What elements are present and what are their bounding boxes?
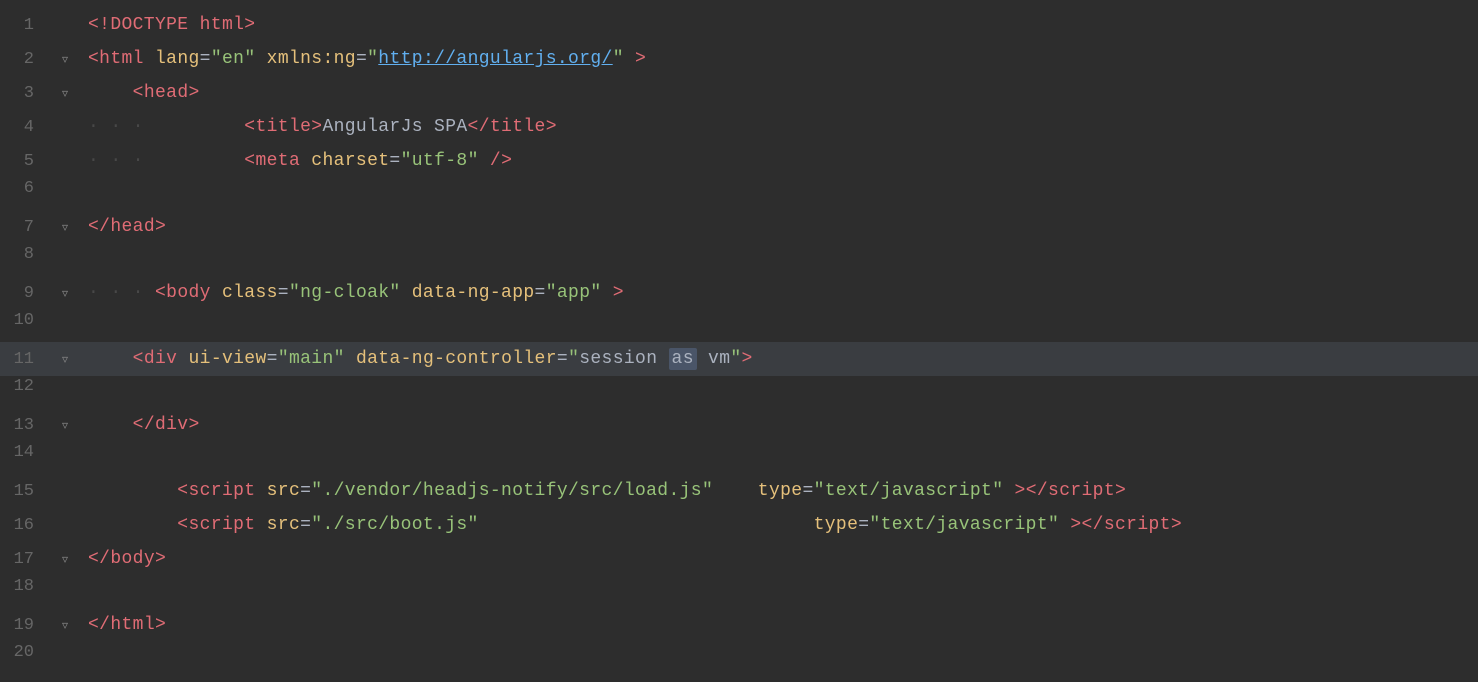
line-number: 10 xyxy=(0,311,50,330)
fold-icon[interactable]: ▿ xyxy=(58,53,72,67)
fold-icon[interactable]: ▿ xyxy=(58,221,72,235)
code-line: 8 xyxy=(0,244,1478,276)
gutter: ▿ xyxy=(50,87,80,101)
gutter: ▿ xyxy=(50,619,80,633)
code-line: 13 ▿ </div> xyxy=(0,408,1478,442)
fold-icon[interactable]: ▿ xyxy=(58,87,72,101)
line-number: 9 xyxy=(0,284,50,303)
line-number: 11 xyxy=(0,350,50,369)
code-line: 19 ▿ </html> xyxy=(0,608,1478,642)
code-content: </div> xyxy=(80,409,1478,441)
code-content: <html lang="en" xmlns:ng="http://angular… xyxy=(80,43,1478,75)
code-line: 12 xyxy=(0,376,1478,408)
line-number: 3 xyxy=(0,84,50,103)
gutter: ▿ xyxy=(50,419,80,433)
gutter: ▿ xyxy=(50,553,80,567)
code-content: <meta charset="utf-8" /> xyxy=(80,145,1478,177)
code-content: <script src="./vendor/headjs-notify/src/… xyxy=(80,475,1478,507)
fold-icon[interactable]: ▿ xyxy=(58,619,72,633)
line-number: 5 xyxy=(0,152,50,171)
code-line: 9 ▿ <body class="ng-cloak" data-ng-app="ap… xyxy=(0,276,1478,310)
code-line: 20 xyxy=(0,642,1478,674)
fold-icon[interactable]: ▿ xyxy=(58,353,72,367)
code-line: 10 xyxy=(0,310,1478,342)
code-content: <body class="ng-cloak" data-ng-app="app"… xyxy=(80,277,1478,309)
code-line: 18 xyxy=(0,576,1478,608)
fold-icon[interactable]: ▿ xyxy=(58,287,72,301)
code-content: <head> xyxy=(80,77,1478,109)
code-line: 5 <meta charset="utf-8" /> xyxy=(0,144,1478,178)
code-line: 15 <script src="./vendor/headjs-notify/s… xyxy=(0,474,1478,508)
line-number: 7 xyxy=(0,218,50,237)
line-number: 19 xyxy=(0,616,50,635)
code-content: </html> xyxy=(80,609,1478,641)
line-number: 2 xyxy=(0,50,50,69)
code-content: <div ui-view="main" data-ng-controller="… xyxy=(80,343,1478,375)
fold-icon[interactable]: ▿ xyxy=(58,419,72,433)
line-number: 17 xyxy=(0,550,50,569)
code-content: <!DOCTYPE html> xyxy=(80,9,1478,41)
code-line: 4 <title>AngularJs SPA</title> xyxy=(0,110,1478,144)
line-number: 6 xyxy=(0,179,50,198)
code-content: <title>AngularJs SPA</title> xyxy=(80,111,1478,143)
code-line: 11 ▿ <div ui-view="main" data-ng-controll… xyxy=(0,342,1478,376)
code-content: <script src="./src/boot.js" type="text/j… xyxy=(80,509,1478,541)
line-number: 18 xyxy=(0,577,50,596)
line-number: 13 xyxy=(0,416,50,435)
code-line: 17 ▿ </body> xyxy=(0,542,1478,576)
code-editor: 1 <!DOCTYPE html> 2 ▿ <html lang="en" xmlns:… xyxy=(0,0,1478,682)
line-number: 12 xyxy=(0,377,50,396)
line-number: 1 xyxy=(0,16,50,35)
line-number: 20 xyxy=(0,643,50,662)
code-line: 7 ▿ </head> xyxy=(0,210,1478,244)
line-number: 8 xyxy=(0,245,50,264)
line-number: 14 xyxy=(0,443,50,462)
gutter: ▿ xyxy=(50,353,80,367)
line-number: 16 xyxy=(0,516,50,535)
code-line: 1 <!DOCTYPE html> xyxy=(0,8,1478,42)
code-line: 16 <script src="./src/boot.js" type="tex… xyxy=(0,508,1478,542)
fold-icon[interactable]: ▿ xyxy=(58,553,72,567)
gutter: ▿ xyxy=(50,53,80,67)
line-number: 15 xyxy=(0,482,50,501)
code-line: 6 xyxy=(0,178,1478,210)
gutter: ▿ xyxy=(50,287,80,301)
code-line: 2 ▿ <html lang="en" xmlns:ng="http://angul… xyxy=(0,42,1478,76)
gutter: ▿ xyxy=(50,221,80,235)
code-line: 3 ▿ <head> xyxy=(0,76,1478,110)
code-content: </head> xyxy=(80,211,1478,243)
code-content: </body> xyxy=(80,543,1478,575)
line-number: 4 xyxy=(0,118,50,137)
code-line: 14 xyxy=(0,442,1478,474)
